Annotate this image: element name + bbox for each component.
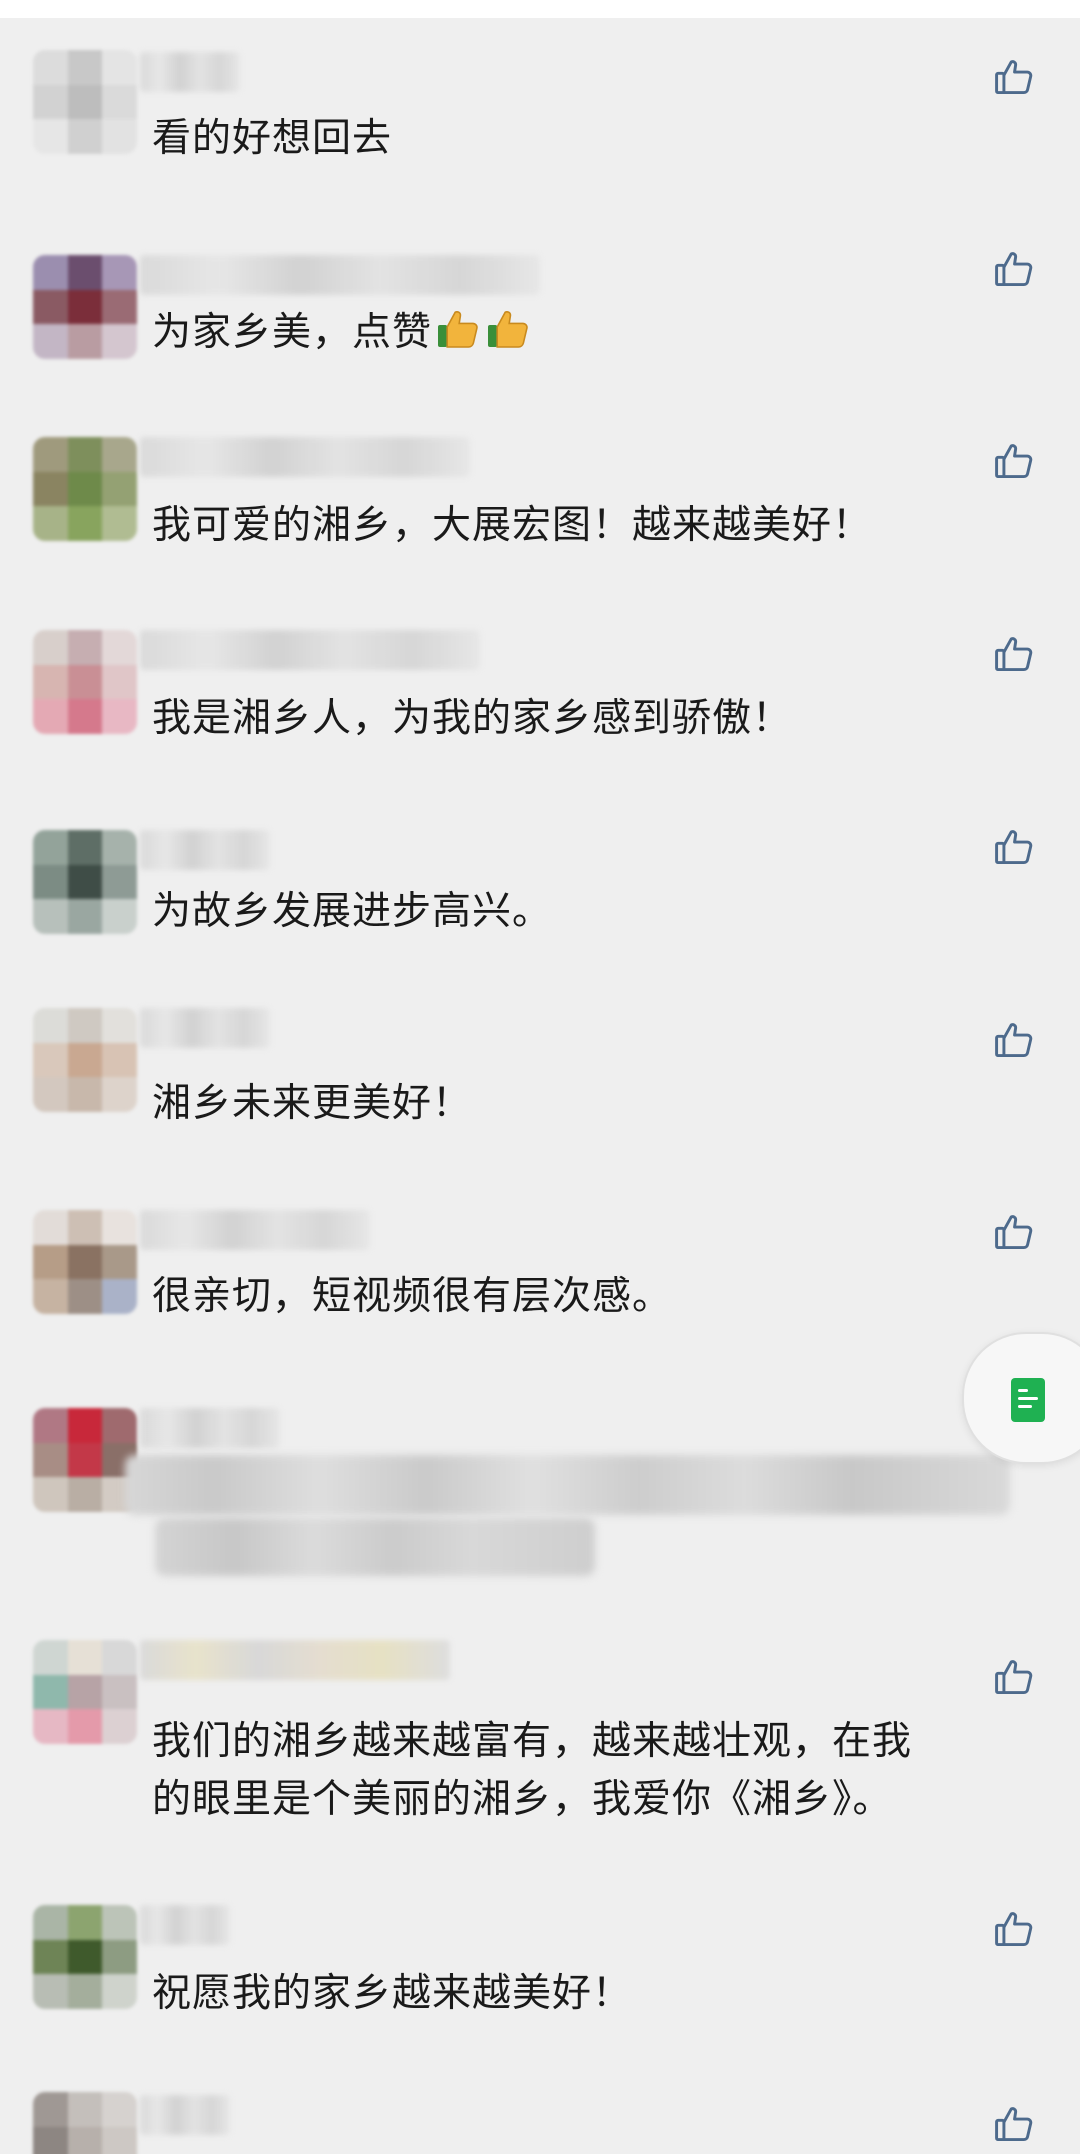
like-icon[interactable] bbox=[992, 632, 1036, 676]
username-redacted bbox=[140, 1905, 230, 1945]
comment-text: 为故乡发展进步高兴。 bbox=[152, 889, 553, 934]
avatar[interactable] bbox=[33, 1008, 137, 1112]
top-edge bbox=[0, 0, 1080, 18]
like-icon[interactable] bbox=[992, 2102, 1036, 2146]
like-icon[interactable] bbox=[992, 1907, 1036, 1951]
comment-text: 很亲切，短视频很有层次感。 bbox=[152, 1274, 673, 1319]
username-redacted bbox=[140, 1210, 370, 1250]
avatar[interactable] bbox=[33, 255, 137, 359]
username-redacted bbox=[140, 1408, 280, 1448]
avatar[interactable] bbox=[33, 1210, 137, 1314]
like-icon[interactable] bbox=[992, 1210, 1036, 1254]
comment-text-redacted bbox=[125, 1455, 1010, 1515]
avatar[interactable] bbox=[33, 437, 137, 541]
document-icon bbox=[1011, 1378, 1045, 1422]
comment-text: 祝愿我的家乡越来越美好！ bbox=[152, 1971, 633, 2016]
username-redacted bbox=[140, 1640, 450, 1680]
comment-list-screen: 看的好想回去 为家乡美，点赞 我可爱的湘乡，大展宏图！越来越美好！ 我是湘乡人，… bbox=[0, 0, 1080, 2154]
comment-text: 看的好想回去 bbox=[152, 116, 393, 161]
like-icon[interactable] bbox=[992, 55, 1036, 99]
like-icon[interactable] bbox=[992, 1018, 1036, 1062]
comment-text: 我是湘乡人，为我的家乡感到骄傲！ bbox=[152, 696, 793, 741]
avatar[interactable] bbox=[33, 1640, 137, 1744]
avatar[interactable] bbox=[33, 1905, 137, 2009]
like-icon[interactable] bbox=[992, 247, 1036, 291]
floating-document-button[interactable] bbox=[962, 1332, 1080, 1464]
username-redacted bbox=[140, 437, 470, 477]
comment-text-content: 为家乡美，点赞 bbox=[152, 310, 433, 355]
comment-text: 湘乡未来更美好！ bbox=[152, 1081, 473, 1126]
username-redacted bbox=[140, 630, 480, 670]
username-redacted bbox=[140, 255, 540, 295]
username-redacted bbox=[140, 2095, 230, 2135]
like-icon[interactable] bbox=[992, 825, 1036, 869]
avatar[interactable] bbox=[33, 830, 137, 934]
avatar[interactable] bbox=[33, 1408, 137, 1512]
username-redacted bbox=[140, 830, 270, 870]
username-redacted bbox=[140, 1008, 270, 1048]
like-icon[interactable] bbox=[992, 1655, 1036, 1699]
comment-text: 我们的湘乡越来越富有，越来越壮观，在我 的眼里是个美丽的湘乡，我爱你《湘乡》。 bbox=[152, 1719, 913, 1822]
like-icon[interactable] bbox=[992, 439, 1036, 483]
username-redacted bbox=[140, 52, 240, 92]
avatar[interactable] bbox=[33, 50, 137, 154]
avatar[interactable] bbox=[33, 630, 137, 734]
avatar[interactable] bbox=[33, 2092, 137, 2154]
thumbs-up-emoji-icon bbox=[488, 311, 528, 348]
comment-text: 我可爱的湘乡，大展宏图！越来越美好！ bbox=[152, 503, 873, 548]
thumbs-up-emoji-icon bbox=[438, 311, 478, 348]
comment-text-redacted bbox=[155, 1518, 595, 1576]
comment-text: 为家乡美，点赞 bbox=[152, 304, 1012, 362]
